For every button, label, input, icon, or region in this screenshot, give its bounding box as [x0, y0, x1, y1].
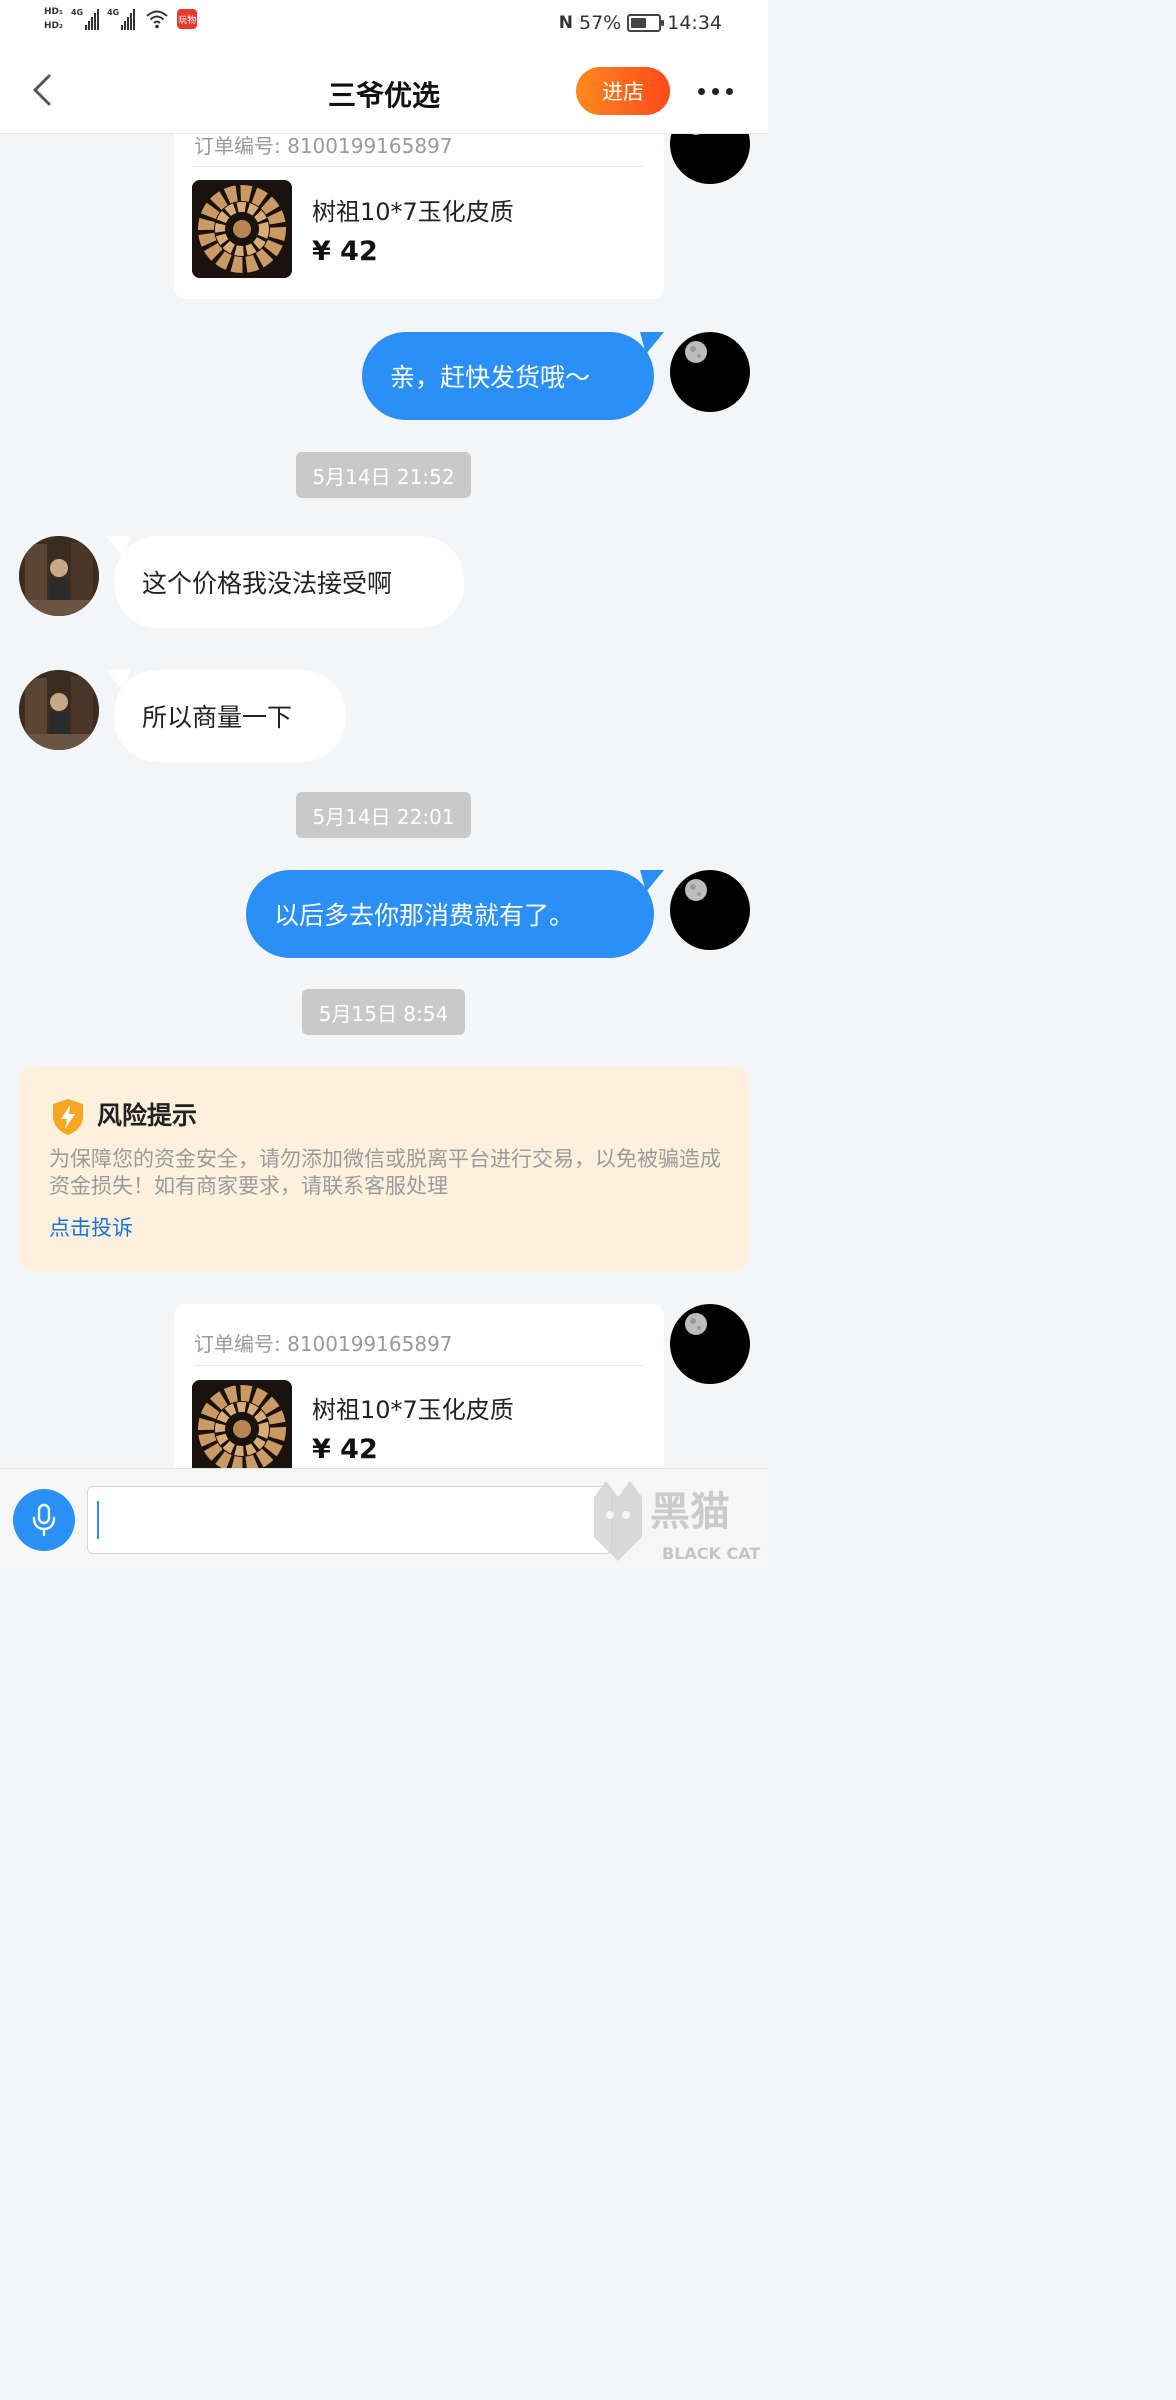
product-thumbnail[interactable]: [192, 180, 292, 278]
seller-avatar[interactable]: [19, 670, 99, 750]
complaint-link[interactable]: 点击投诉: [49, 1212, 133, 1242]
black-cat-logo: 黑猫 BLACK CAT: [594, 1481, 760, 1563]
clock: 14:34: [667, 12, 722, 34]
my-avatar[interactable]: [670, 134, 750, 184]
incoming-message[interactable]: 所以商量一下: [114, 670, 346, 762]
battery-icon: [627, 14, 665, 32]
shield-lightning-icon: [53, 1099, 83, 1135]
my-avatar[interactable]: [670, 870, 750, 950]
order-card[interactable]: 订单编号: 8100199165897 树祖10*7玉化皮质 ¥ 42: [174, 1304, 664, 1468]
seller-photo: [19, 536, 99, 616]
watermark-cn-text: 黑猫: [650, 1489, 730, 1535]
timestamp: 5月14日 21:52: [296, 452, 471, 498]
more-button[interactable]: [686, 76, 744, 106]
message-text: 以后多去你那消费就有了。: [274, 901, 575, 930]
nav-bar: 三爷优选 进店: [0, 50, 768, 134]
moon-avatar-icon: [685, 341, 707, 363]
seller-photo: [19, 670, 99, 750]
black-cat-watermark: 黑猫 BLACK CAT: [590, 1475, 768, 1567]
enter-store-button[interactable]: 进店: [576, 67, 670, 115]
hd2-label: HD₂: [44, 21, 63, 31]
product-price: ¥ 42: [312, 1434, 378, 1465]
product-price: ¥ 42: [312, 236, 378, 267]
signal-icon: 4G: [107, 8, 136, 30]
moon-avatar-icon: [685, 1313, 707, 1335]
bubble-tail: [640, 870, 664, 892]
status-right: N 57% 14:34: [559, 12, 722, 34]
nfc-icon: N: [558, 13, 573, 33]
hd-indicators: HD₁ HD₂: [44, 6, 63, 32]
beads-image: [192, 180, 292, 278]
my-avatar[interactable]: [670, 1304, 750, 1384]
order-number: 订单编号: 8100199165897: [194, 134, 453, 158]
status-bar: HD₁ HD₂ 4G 4G 玩物 N 57% 14:34: [0, 0, 768, 50]
signal-icon: 4G: [70, 8, 100, 30]
moon-avatar-icon: [685, 879, 707, 901]
incoming-message[interactable]: 这个价格我没法接受啊: [114, 536, 464, 628]
app-notification-icon: 玩物: [177, 9, 198, 29]
battery-percent: 57%: [579, 12, 622, 34]
timestamp: 5月15日 8:54: [302, 989, 465, 1035]
my-avatar[interactable]: [670, 332, 750, 412]
bubble-tail: [640, 332, 664, 354]
signal2-label: 4G: [107, 8, 120, 17]
risk-title: 风险提示: [97, 1101, 198, 1130]
voice-button[interactable]: [13, 1489, 75, 1551]
message-list[interactable]: 订单编号: 8100199165897 树祖10*7玉化皮质 ¥ 42 亲，赶快…: [0, 134, 768, 1468]
outgoing-message[interactable]: 以后多去你那消费就有了。: [246, 870, 654, 958]
risk-text: 为保障您的资金安全，请勿添加微信或脱离平台进行交易，以免被骗造成资金损失！如有商…: [49, 1147, 721, 1198]
status-left: HD₁ HD₂ 4G 4G 玩物: [44, 6, 198, 32]
message-text: 亲，赶快发货哦～: [390, 363, 591, 392]
beads-image: [192, 1380, 292, 1468]
text-caret: [97, 1501, 99, 1539]
signal1-label: 4G: [70, 8, 84, 17]
hd1-label: HD₁: [44, 7, 63, 17]
message-input[interactable]: [87, 1486, 612, 1554]
more-dots-icon: [697, 87, 733, 95]
divider: [194, 1365, 644, 1366]
wifi-icon: [146, 10, 168, 29]
microphone-icon: [32, 1503, 56, 1537]
product-thumbnail[interactable]: [192, 1380, 292, 1468]
message-text: 这个价格我没法接受啊: [142, 569, 393, 598]
moon-avatar-icon: [691, 134, 701, 135]
order-number: 订单编号: 8100199165897: [194, 1332, 453, 1356]
message-text: 所以商量一下: [142, 703, 293, 732]
chat-screen: HD₁ HD₂ 4G 4G 玩物 N 57% 14:34 三爷优选 进店 订单编…: [0, 0, 768, 1568]
seller-avatar[interactable]: [19, 536, 99, 616]
divider: [194, 166, 644, 167]
input-bar: 黑猫 BLACK CAT: [0, 1468, 768, 1568]
risk-warning-card: 风险提示 为保障您的资金安全，请勿添加微信或脱离平台进行交易，以免被骗造成资金损…: [19, 1066, 749, 1271]
timestamp: 5月14日 22:01: [296, 792, 471, 838]
product-name: 树祖10*7玉化皮质: [312, 198, 514, 226]
order-card[interactable]: 订单编号: 8100199165897 树祖10*7玉化皮质 ¥ 42: [174, 134, 664, 299]
watermark-en-text: BLACK CAT: [662, 1544, 760, 1563]
product-name: 树祖10*7玉化皮质: [312, 1396, 514, 1424]
outgoing-message[interactable]: 亲，赶快发货哦～: [362, 332, 654, 420]
